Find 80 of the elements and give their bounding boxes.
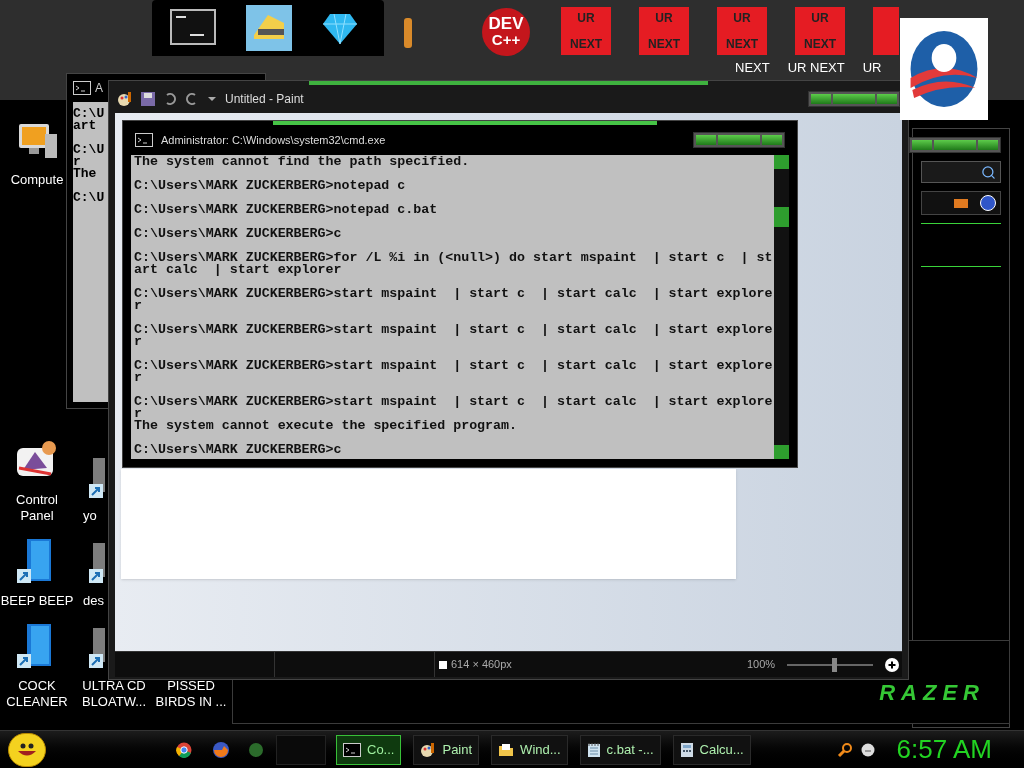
console-line: art (73, 120, 97, 132)
canvas-size-icon (439, 660, 447, 669)
search-field[interactable] (921, 161, 1001, 183)
console-line: art calc | start explorer (134, 264, 342, 276)
console-line: C:\Users\MARK ZUCKERBERG>c (134, 444, 342, 456)
razer-logo: RAZER (879, 679, 985, 707)
browser-icon[interactable] (176, 741, 192, 758)
icon-label: des (82, 593, 104, 609)
clock: 6:57 AM (896, 733, 992, 766)
tile-label: UR (862, 59, 882, 77)
shortcut-arrow-icon (89, 484, 103, 498)
console-line: C:\Users\MARK ZUCKERBERG>start mspaint | start c | start calc | start explore (134, 360, 773, 372)
face-icon[interactable] (860, 742, 875, 757)
taskbar-button[interactable]: Co... (336, 734, 402, 765)
console-line: C:\Users\MARK ZUCKERBERG>start mspaint | start c | start calc | start explore (134, 396, 773, 408)
tile-label: UR NEXT (787, 59, 845, 77)
shortcut-arrow-icon (17, 569, 31, 583)
terminal-icon[interactable] (170, 9, 216, 47)
canvas-size: 614 × 460px (451, 657, 512, 673)
console-line: C:\Users\MARK ZUCKERBERG>start mspaint | start c | start calc | start explore (134, 288, 773, 300)
logo-text: DEV (488, 16, 524, 32)
taskbar-button[interactable]: Calcu... (672, 734, 751, 765)
icon-label: ULTRA CD BLOATW... (80, 678, 148, 710)
folder-icon[interactable] (954, 198, 968, 208)
console-line: C:\Users\MARK ZUCKERBERG>notepad c.bat (134, 204, 438, 216)
console-line: The system cannot execute the specified program. (134, 420, 517, 432)
palette-icon (420, 741, 437, 758)
window-controls[interactable] (808, 91, 900, 107)
console-line: The system cannot find the path specified. (134, 156, 470, 168)
shortcut-arrow-icon (17, 654, 31, 668)
window-title: Untitled - Paint (225, 91, 304, 108)
window-controls[interactable] (909, 137, 1001, 153)
orb-icon[interactable] (248, 741, 264, 758)
palette-icon (117, 91, 133, 107)
calculator-icon (679, 741, 694, 758)
console-line: The (73, 168, 97, 180)
icon-label: Compute (10, 172, 64, 188)
console-line: C:\Users\MARK ZUCKERBERG>notepad c (134, 180, 406, 192)
console-icon (73, 81, 91, 95)
zoom-in-icon[interactable] (885, 657, 900, 672)
save-icon[interactable] (141, 92, 155, 106)
icon-label: COCK CLEANER (5, 678, 69, 710)
window-controls[interactable] (693, 132, 785, 148)
taskbar-button[interactable]: Paint (413, 734, 480, 765)
console-line: r (134, 372, 142, 384)
console-line: C:\U (73, 192, 105, 204)
console-line: C:\Users\MARK ZUCKERBERG>for /L %i in (<null>) do start mspaint | start c | st (134, 252, 773, 264)
console-line: r (134, 300, 142, 312)
window-title: Administrator: C:\Windows\system32\cmd.exe (161, 132, 386, 148)
zoom-slider-thumb[interactable] (831, 657, 837, 672)
shortcut-tile[interactable] (873, 7, 899, 55)
console-line: C:\Users\MARK ZUCKERBERG>start mspaint | start c | start calc | start explore (134, 324, 773, 336)
tile-label: NEXT (735, 59, 770, 77)
search-icon[interactable] (836, 741, 853, 758)
notepad-icon (586, 741, 601, 758)
zoom-level: 100% (747, 657, 776, 673)
icon-label: yo (82, 508, 97, 524)
console-icon (343, 742, 361, 757)
console-line: r (134, 336, 142, 348)
taskbar-button[interactable]: c.bat -... (579, 734, 661, 765)
icon-label: BEEP BEEP (0, 593, 74, 609)
search-icon (981, 164, 996, 180)
console-line: r (134, 408, 142, 420)
help-icon[interactable] (980, 195, 996, 211)
icon-label: Control Panel (15, 492, 59, 524)
icon-label: PISSED BIRDS IN ... (154, 678, 228, 710)
fox-browser-icon[interactable] (212, 740, 230, 759)
start-button[interactable] (8, 732, 46, 767)
folder-icon (498, 741, 515, 758)
shortcut-arrow-icon (89, 569, 103, 583)
window-title: A (95, 80, 103, 97)
logo-text: C++ (491, 32, 521, 48)
console-line: C:\U (73, 144, 105, 156)
taskbar-button[interactable]: Wind... (491, 734, 568, 765)
console-line: C:\Users\MARK ZUCKERBERG>c (134, 228, 342, 240)
console-icon (135, 133, 153, 147)
console-line: C:\U (73, 108, 105, 120)
console-line: r (73, 156, 81, 168)
scroll-thumb[interactable] (774, 207, 789, 227)
shortcut-arrow-icon (89, 654, 103, 668)
